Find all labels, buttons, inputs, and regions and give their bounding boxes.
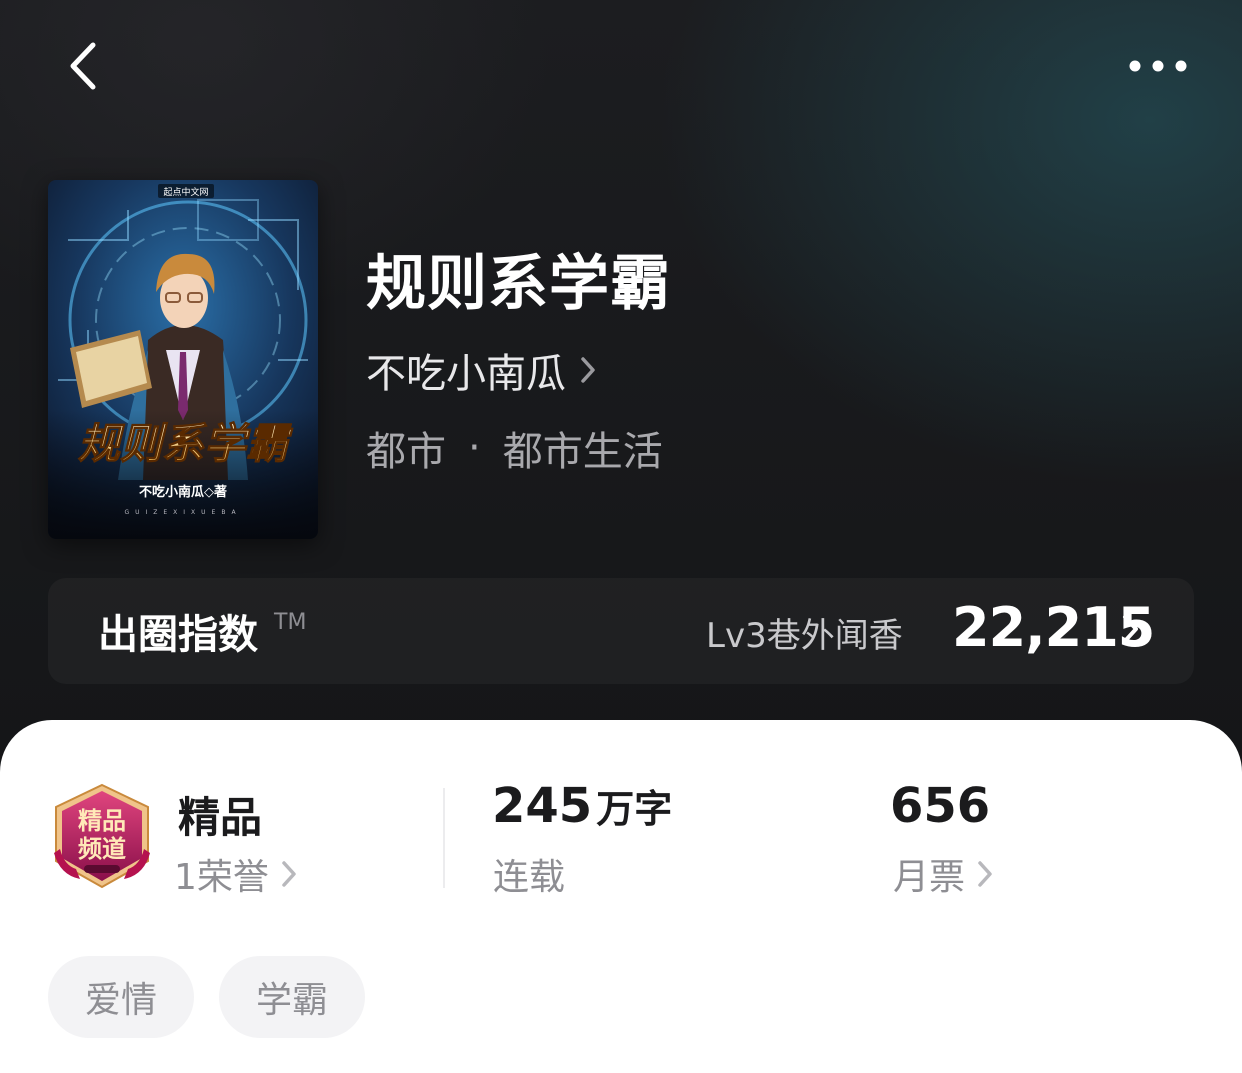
book-header: 起点中文网 规则系学霸 不吃小南瓜◇著 GUIZEXIXUEBA 规则系学霸 不… <box>0 0 1242 760</box>
influence-level: Lv3巷外闻香 <box>706 616 903 656</box>
book-title: 规则系学霸 <box>366 249 671 319</box>
premium-badge-icon: 精品 频道 <box>54 783 150 889</box>
quality-title: 精品 <box>178 793 263 842</box>
cover-title: 规则系学霸 <box>78 419 293 468</box>
cover-pinyin: GUIZEXIXUEBA <box>124 509 241 516</box>
badge-text-bottom: 频道 <box>78 834 126 863</box>
honors-link[interactable]: 1荣誉 <box>174 848 297 900</box>
tag-chip[interactable]: 爱情 <box>48 956 194 1038</box>
author-link[interactable]: 不吃小南瓜 <box>366 340 596 400</box>
author-name: 不吃小南瓜 <box>366 351 566 397</box>
subcategory-label[interactable]: 都市生活 <box>503 419 663 477</box>
tag-chip[interactable]: 学霸 <box>219 956 365 1038</box>
chevron-right-icon <box>282 861 296 887</box>
more-button[interactable] <box>1120 46 1196 86</box>
monthly-tickets-number: 656 <box>890 778 991 834</box>
category-row: 都市 · 都市生活 <box>366 418 663 478</box>
stat-divider <box>443 788 445 888</box>
honors-count: 1荣誉 <box>174 857 269 898</box>
monthly-tickets-label: 月票 <box>893 857 966 898</box>
serial-status: 连载 <box>493 848 565 900</box>
more-dots-icon <box>1129 60 1187 72</box>
word-count: 245 万字 <box>492 778 672 834</box>
chevron-left-icon <box>70 42 96 90</box>
chevron-right-icon <box>1123 615 1138 643</box>
book-cover[interactable]: 起点中文网 规则系学霸 不吃小南瓜◇著 GUIZEXIXUEBA <box>48 180 318 539</box>
chevron-right-icon <box>978 861 992 887</box>
premium-channel-badge[interactable]: 精品 频道 <box>50 783 154 891</box>
category-separator: · <box>468 425 481 471</box>
back-button[interactable] <box>58 38 108 94</box>
influence-index-label: 出圈指数 <box>98 612 258 658</box>
cover-illustration: 起点中文网 规则系学霸 不吃小南瓜◇著 GUIZEXIXUEBA <box>48 180 318 539</box>
chevron-right-icon <box>581 357 595 383</box>
word-count-number: 245 <box>492 778 593 834</box>
cover-publisher: 起点中文网 <box>163 186 208 198</box>
serial-status-label: 连载 <box>493 857 566 898</box>
cover-author: 不吃小南瓜◇著 <box>139 484 227 500</box>
influence-index-bar[interactable]: 出圈指数 TM Lv3巷外闻香 22,215 <box>48 578 1194 684</box>
word-count-unit: 万字 <box>596 787 673 831</box>
trademark-mark: TM <box>274 610 307 635</box>
monthly-tickets: 656 <box>890 778 990 834</box>
badge-text-top: 精品 <box>78 806 126 835</box>
category-label[interactable]: 都市 <box>366 419 446 477</box>
monthly-tickets-link[interactable]: 月票 <box>893 848 993 900</box>
